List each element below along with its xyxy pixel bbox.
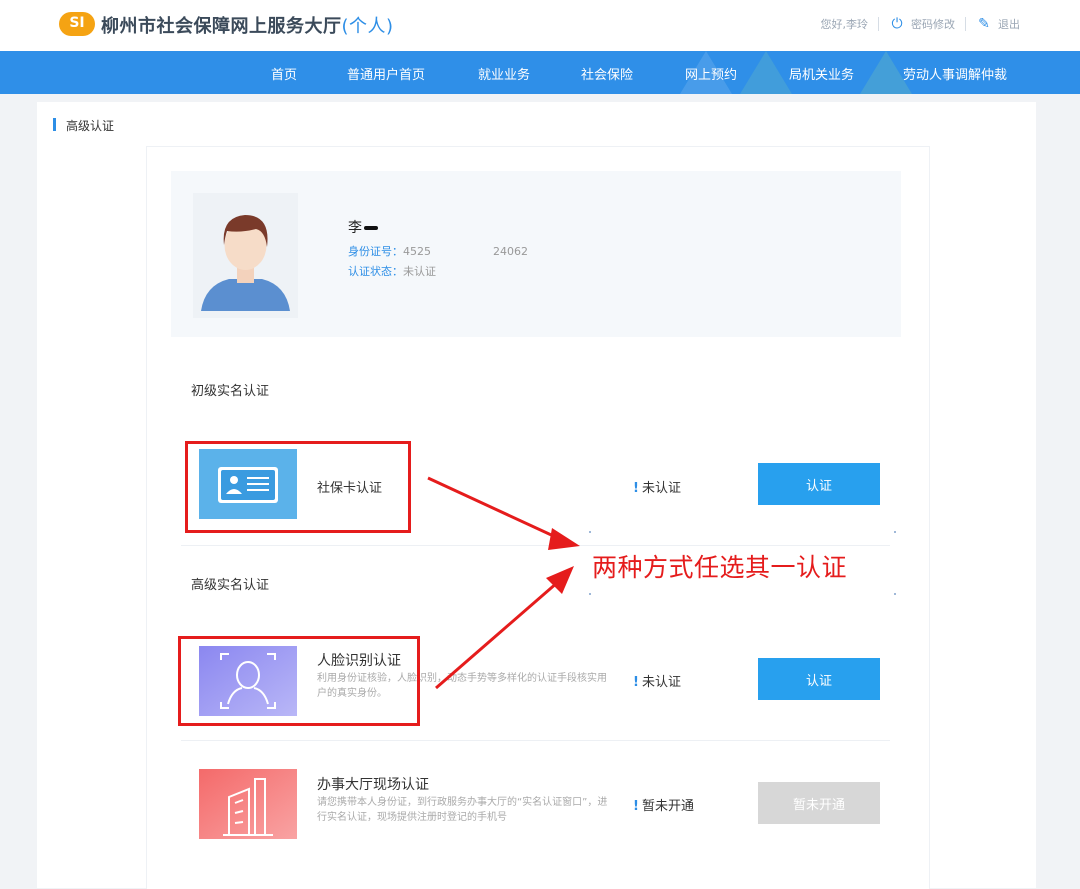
- group-advanced-title: 高级实名认证: [191, 578, 270, 593]
- divider: [181, 545, 890, 546]
- annotation-box: [185, 441, 411, 533]
- greeting: 您好,李玲: [820, 18, 869, 31]
- alert-icon: !: [633, 675, 639, 690]
- nav-item-bureau[interactable]: 局机关业务: [789, 64, 854, 83]
- nav-item-employment[interactable]: 就业业务: [478, 64, 530, 83]
- face-auth-status: ! 未认证: [633, 675, 681, 690]
- annotation-box: [178, 636, 420, 726]
- auth-status-value: 未认证: [403, 265, 436, 278]
- nav-item-arbitration[interactable]: 劳动人事调解仲裁: [903, 64, 1007, 83]
- building-icon: [199, 769, 297, 839]
- logout-icon[interactable]: ✎: [976, 16, 992, 32]
- divider: [878, 17, 879, 31]
- selection-dot: [589, 531, 591, 533]
- change-password-link[interactable]: 密码修改: [911, 16, 955, 32]
- nav-item-social-insurance[interactable]: 社会保险: [581, 64, 633, 83]
- social-card-status: ! 未认证: [633, 481, 681, 496]
- alert-icon: !: [633, 481, 639, 496]
- id-number-tail: 24062: [493, 245, 528, 258]
- selection-dot: [894, 531, 896, 533]
- onsite-auth-button: 暂未开通: [758, 782, 880, 824]
- divider: [181, 740, 890, 741]
- main-nav: 首页 普通用户首页 就业业务 社会保险 网上预约 局机关业务 劳动人事调解仲裁: [0, 51, 1080, 94]
- selection-dot: [894, 593, 896, 595]
- nav-decoration: [740, 51, 792, 94]
- user-toolbar: 您好,李玲 ⏻ 密码修改 ✎ 退出: [821, 16, 1021, 32]
- onsite-auth-desc: 请您携带本人身份证，到行政服务办事大厅的“实名认证窗口”，进行实名认证，现场提供…: [317, 797, 608, 823]
- avatar: [193, 193, 298, 318]
- group-basic-title: 初级实名认证: [191, 384, 270, 399]
- nav-item-reservation[interactable]: 网上预约: [685, 64, 737, 83]
- top-header: 柳州市社会保障网上服务大厅(个人) 您好,李玲 ⏻ 密码修改 ✎ 退出: [0, 0, 1080, 51]
- id-number-value: 4525: [403, 245, 431, 258]
- redaction-mark: [364, 226, 378, 230]
- site-title-suffix: (个人): [341, 16, 394, 37]
- nav-item-home[interactable]: 首页: [271, 64, 297, 83]
- logout-link[interactable]: 退出: [998, 16, 1020, 32]
- annotation-text: 两种方式任选其一认证: [592, 553, 848, 582]
- site-title[interactable]: 柳州市社会保障网上服务大厅(个人): [101, 12, 394, 38]
- face-auth-button[interactable]: 认证: [758, 658, 880, 700]
- power-icon[interactable]: ⏻: [889, 16, 905, 32]
- onsite-auth-status: ! 暂未开通: [633, 799, 694, 814]
- onsite-auth-thumb: [199, 769, 297, 839]
- onsite-auth-title: 办事大厅现场认证: [317, 777, 429, 793]
- section-marker: [53, 118, 56, 131]
- section-title: 高级认证: [66, 119, 115, 133]
- selection-dot: [589, 593, 591, 595]
- alert-icon: !: [633, 799, 639, 814]
- social-card-auth-button[interactable]: 认证: [758, 463, 880, 505]
- user-avatar-icon: [201, 215, 290, 311]
- user-name: 李: [348, 217, 378, 237]
- logo-icon: [59, 12, 95, 36]
- divider: [965, 17, 966, 31]
- id-number-line: 身份证号：4525 24062: [348, 245, 528, 258]
- auth-status-line: 认证状态：未认证: [348, 265, 436, 278]
- nav-item-user-home[interactable]: 普通用户首页: [347, 64, 425, 83]
